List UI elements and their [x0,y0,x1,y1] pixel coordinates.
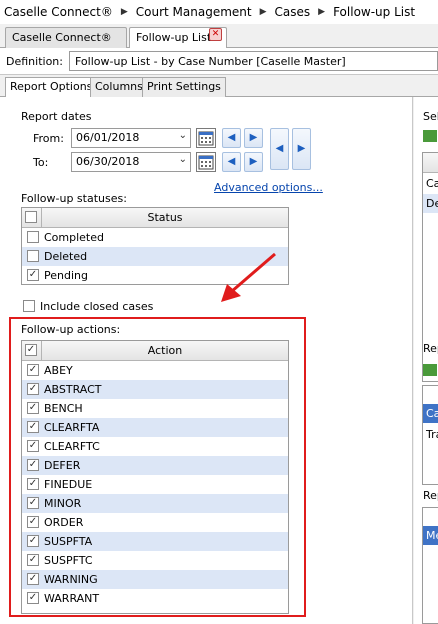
next-date-icon[interactable]: ▶ [244,128,263,148]
add-icon[interactable] [423,130,437,142]
chevron-right-icon: ▶ [318,7,326,17]
to-label: To: [33,156,49,169]
definition-row: Definition: Follow-up List - by Case Num… [0,48,438,75]
breadcrumb-home[interactable]: Caselle Connect® [4,5,113,19]
selected-item-row[interactable]: De [423,194,438,213]
definition-label: Definition: [6,55,63,68]
selected-item[interactable]: Ca [426,177,438,190]
right-panel: Sel Ca De Rep Ca Tra Rep Me [414,97,438,624]
include-closed-label[interactable]: Include closed cases [40,300,153,313]
prev-range-icon[interactable]: ◀ [270,128,289,170]
chevron-down-icon[interactable]: ⌄ [179,130,187,141]
report-item: Me [426,529,438,542]
statuses-title: Follow-up statuses: [21,192,127,205]
from-date-value: 06/01/2018 [76,131,140,144]
report-dates-title: Report dates [21,110,92,123]
add-icon[interactable] [423,364,437,376]
to-date-field[interactable]: 06/30/2018 ⌄ [71,152,191,172]
annotation-arrow-icon [221,252,276,302]
prev-date-icon[interactable]: ◀ [222,152,241,172]
status-column-header[interactable]: Status [42,211,288,224]
chevron-right-icon: ▶ [259,7,267,17]
prev-date-icon[interactable]: ◀ [222,128,241,148]
annotation-highlight-box [9,317,306,617]
report-item: Ca [426,407,438,420]
selected-item: De [426,197,438,210]
breadcrumb-cases[interactable]: Cases [275,5,311,19]
from-date-field[interactable]: 06/01/2018 ⌄ [71,128,191,148]
definition-field[interactable]: Follow-up List - by Case Number [Caselle… [69,51,438,71]
close-tab-icon[interactable]: ✕ [209,28,222,41]
to-date-value: 06/30/2018 [76,155,140,168]
chevron-down-icon[interactable]: ⌄ [179,154,187,165]
status-label: Completed [44,231,104,244]
selected-list-header [423,153,438,173]
tab-print-settings[interactable]: Print Settings [142,77,226,97]
breadcrumb-current: Follow-up List [333,5,416,19]
status-checkbox[interactable]: ✓ [27,269,39,281]
status-label: Pending [44,269,88,282]
advanced-options-link[interactable]: Advanced options... [214,181,323,194]
calendar-icon[interactable] [196,152,216,172]
include-closed-checkbox[interactable] [23,300,35,312]
calendar-icon[interactable] [196,128,216,148]
status-checkbox[interactable] [27,231,39,243]
report-list-2: Me [422,507,438,624]
tab-columns[interactable]: Columns [90,77,148,97]
breadcrumb-module[interactable]: Court Management [136,5,252,19]
next-range-icon[interactable]: ▶ [292,128,311,170]
rep-label-2: Rep [423,489,438,502]
status-checkbox[interactable] [27,250,39,262]
rep-label-1: Rep [423,342,438,355]
status-label: Deleted [44,250,88,263]
tab-caselle-connect[interactable]: Caselle Connect® [5,27,127,48]
checkbox-icon[interactable] [25,211,37,223]
report-item[interactable]: Tra [426,428,438,441]
select-all-statuses[interactable] [22,208,42,227]
next-date-icon[interactable]: ▶ [244,152,263,172]
from-label: From: [33,132,64,145]
report-item-selected[interactable]: Ca [423,404,438,423]
option-tabs: Report Options Columns Print Settings [0,77,438,98]
report-item-selected[interactable]: Me [423,526,438,545]
report-list-1: Ca Tra [422,385,438,485]
breadcrumb: Caselle Connect® ▶ Court Management ▶ Ca… [0,0,438,24]
tab-label: Follow-up List [136,31,212,44]
tab-report-options[interactable]: Report Options [5,77,98,98]
chevron-right-icon: ▶ [120,7,128,17]
sel-label: Sel [423,110,438,123]
status-row[interactable]: Completed [22,228,288,247]
statuses-header: Status [22,208,288,228]
document-tabs: Caselle Connect® Follow-up List ✕ [0,24,438,49]
